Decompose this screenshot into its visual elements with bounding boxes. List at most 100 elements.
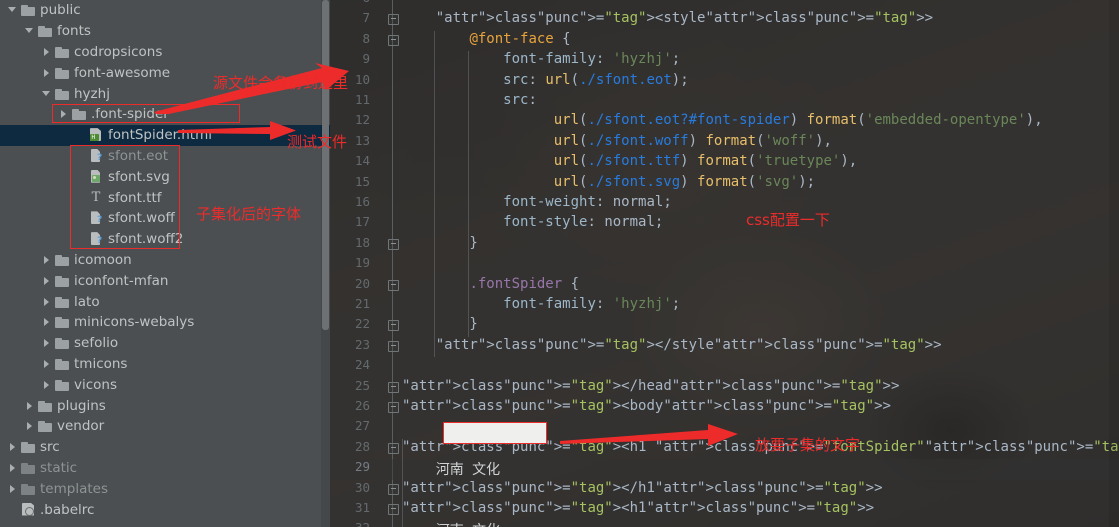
code-fold-marker[interactable] (388, 279, 399, 291)
chevron-down-icon[interactable] (41, 88, 53, 100)
chevron-down-icon[interactable] (7, 4, 19, 16)
tree-item-vendor[interactable]: vendor (0, 416, 330, 437)
code-fold-marker[interactable] (388, 14, 399, 26)
code-line-7[interactable]: "attr">class"punc">="tag"><style"attr">c… (402, 10, 933, 26)
code-line-22[interactable]: } (402, 316, 477, 332)
tree-item-sfont-eot[interactable]: ? sfont.eot (0, 146, 330, 167)
code-line-20[interactable]: .fontSpider { (402, 276, 579, 292)
tree-item-src[interactable]: src (0, 437, 330, 458)
gutter-line-number: 26 (354, 398, 370, 413)
chevron-down-icon[interactable] (24, 25, 36, 37)
tree-item-hyzhj[interactable]: hyzhj (0, 83, 330, 104)
code-line-31[interactable]: "attr">class"punc">="tag"><h1"attr">clas… (402, 500, 874, 516)
chevron-right-icon[interactable] (7, 462, 19, 474)
chevron-right-icon[interactable] (41, 275, 53, 287)
code-line-8[interactable]: @font-face { (402, 31, 570, 47)
project-tree-panel[interactable]: public fonts codropsicons font-awesome hyzhj… (0, 0, 330, 527)
gutter-line-number: 6 (330, 0, 370, 5)
code-line-28[interactable]: "attr">class"punc">="tag"><h1 "attr">cla… (402, 439, 1119, 455)
chevron-right-icon[interactable] (7, 441, 19, 453)
code-line-17[interactable]: font-style: normal; (402, 214, 663, 230)
gutter-line-number: 18 (354, 234, 370, 250)
tree-item-sefolio[interactable]: sefolio (0, 333, 330, 354)
code-fold-marker[interactable] (388, 238, 399, 250)
code-line-9[interactable]: font-family: 'hyzhj'; (402, 51, 680, 67)
code-content[interactable]: 6 7 8 9 10 11 12 13 14 15 16 17 18 19 20 21 22 23 24 25 26 27… (330, 0, 1119, 527)
tree-item-sfont-woff[interactable]: ? sfont.woff (0, 208, 330, 229)
chevron-right-icon[interactable] (24, 420, 36, 432)
chevron-right-icon[interactable] (41, 67, 53, 79)
tree-item--font-spider[interactable]: .font-spider (0, 104, 330, 125)
code-fold-marker[interactable] (388, 442, 399, 454)
code-line-26[interactable]: "attr">class"punc">="tag"><body"attr">cl… (402, 398, 891, 414)
code-fold-marker[interactable] (388, 34, 399, 46)
tree-item-lato[interactable]: lato (0, 291, 330, 312)
code-line-32[interactable]: 河南 文化 (402, 520, 500, 527)
code-line-13[interactable]: url(./sfont.woff) format('woff'), (402, 133, 832, 149)
code-fold-marker[interactable] (388, 504, 399, 515)
code-line-14[interactable]: url(./sfont.ttf) format('truetype'), (402, 153, 858, 169)
tree-item-public[interactable]: public (0, 0, 330, 21)
gutter-line-number: 12 (354, 112, 370, 128)
code-fold-marker[interactable] (388, 320, 399, 332)
code-fold-marker[interactable] (388, 340, 399, 352)
tree-item-sfont-woff2[interactable]: ? sfont.woff2 (0, 229, 330, 250)
code-line-11[interactable]: src: (402, 92, 537, 108)
chevron-right-icon[interactable] (41, 337, 53, 349)
chevron-right-icon[interactable] (24, 400, 36, 412)
chevron-right-icon[interactable] (41, 296, 53, 308)
code-fold-marker[interactable] (388, 402, 399, 413)
code-line-10[interactable]: src: url(./sfont.eot); (402, 72, 689, 88)
tree-item-templates[interactable]: templates (0, 478, 330, 499)
code-line-16[interactable]: font-weight: normal; (402, 194, 672, 210)
chevron-right-icon[interactable] (7, 483, 19, 495)
code-line-12[interactable]: url(./sfont.eot?#font-spider) format('em… (402, 112, 1043, 128)
gutter-line-number: 17 (354, 214, 370, 230)
tree-item-vicons[interactable]: vicons (0, 374, 330, 395)
tree-item-fontspider-html[interactable]: HfontSpider.html (0, 124, 330, 146)
code-line-29[interactable]: 河南 文化 (402, 459, 500, 479)
chevron-right-icon[interactable] (41, 379, 53, 391)
editor-scrollbar-track[interactable] (1109, 0, 1119, 527)
tree-item-sfont-ttf[interactable]: Tsfont.ttf (0, 187, 330, 208)
sidebar-scrollbar-track[interactable] (321, 0, 330, 527)
tree-item--babelrc[interactable]: .babelrc (0, 499, 330, 520)
code-fold-marker[interactable] (388, 483, 399, 495)
tree-item-tmicons[interactable]: tmicons (0, 354, 330, 375)
tree-item-label: tmicons (74, 355, 128, 372)
gutter-line-number: 23 (354, 336, 370, 352)
tree-item-label: plugins (57, 397, 106, 414)
tree-item-static[interactable]: static (0, 458, 330, 479)
chevron-right-icon[interactable] (41, 254, 53, 266)
folder-icon (55, 357, 70, 371)
chevron-right-icon[interactable] (58, 108, 70, 120)
sidebar-scrollbar-thumb[interactable] (322, 0, 329, 330)
chevron-right-icon[interactable] (41, 358, 53, 370)
gutter-line-number: 8 (362, 30, 370, 46)
code-line-23[interactable]: "attr">class"punc">="tag"></style"attr">… (402, 337, 942, 353)
chevron-right-icon[interactable] (41, 316, 53, 328)
tree-item-minicons-webalys[interactable]: minicons-webalys (0, 312, 330, 333)
chevron-right-icon[interactable] (41, 46, 53, 58)
tree-item-codropsicons[interactable]: codropsicons (0, 42, 330, 63)
code-line-21[interactable]: font-family: 'hyzhj'; (402, 296, 680, 312)
gutter-line-number: 14 (354, 153, 370, 169)
tree-item-plugins[interactable]: plugins (0, 395, 330, 416)
tree-item-font-awesome[interactable]: font-awesome (0, 62, 330, 83)
code-fold-marker[interactable] (388, 381, 399, 393)
tree-item-sfont-svg[interactable]: sfont.svg (0, 166, 330, 187)
file-tree[interactable]: public fonts codropsicons font-awesome hyzhj… (0, 0, 330, 520)
folder-icon (21, 3, 36, 17)
code-line-15[interactable]: url(./sfont.svg) format('svg'); (402, 174, 815, 190)
code-line-18[interactable]: } (402, 235, 477, 251)
code-editor-panel[interactable]: 6 7 8 9 10 11 12 13 14 15 16 17 18 19 20 21 22 23 24 25 26 27… (330, 0, 1119, 527)
tree-item-icomoon[interactable]: icomoon (0, 250, 330, 271)
code-line-30[interactable]: "attr">class"punc">="tag"></h1"attr">cla… (402, 480, 883, 496)
folder-icon (38, 419, 53, 433)
code-line-25[interactable]: "attr">class"punc">="tag"></head"attr">c… (402, 378, 899, 394)
tree-item-iconfont-mfan[interactable]: iconfont-mfan (0, 270, 330, 291)
tree-item-fonts[interactable]: fonts (0, 21, 330, 42)
